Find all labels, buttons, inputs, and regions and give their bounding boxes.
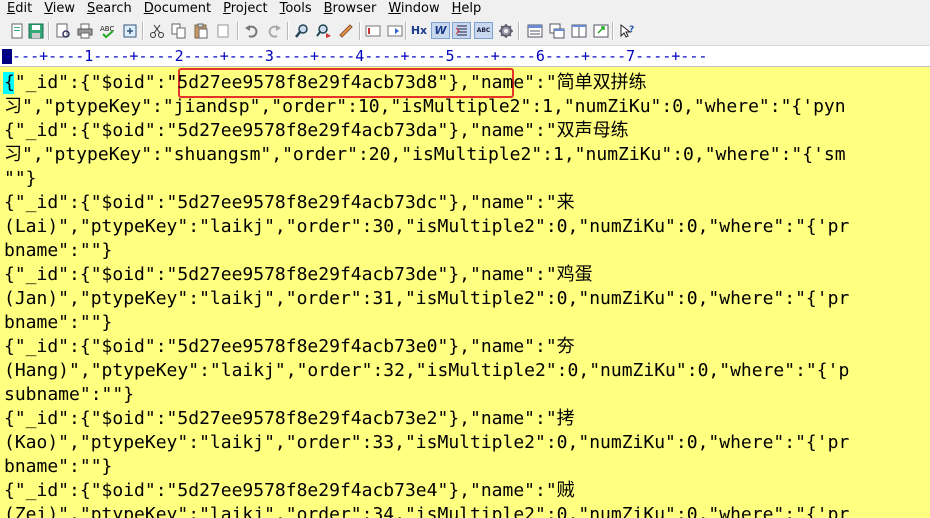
menu-browser[interactable]: Browser [317,0,382,17]
toolbar: ABC Hx W ABC ? [0,17,930,46]
paste-icon[interactable] [192,22,209,39]
text-editor[interactable]: {"_id":{"$oid":"5d27ee9578f8e29f4acb73d8… [0,67,930,518]
editor-line: bname":""} [4,312,113,333]
cascade-windows-icon[interactable] [548,22,565,39]
word-wrap-button[interactable]: W [431,22,450,39]
editor-line: (Zei)","ptypeKey":"laikj","order":34,"is… [4,504,850,518]
editor-line: subname":""} [4,384,135,405]
new-window-icon[interactable] [592,22,609,39]
editor-line: (Hang)","ptypeKey":"laikj","order":32,"i… [4,360,850,381]
editor-line: ""} [4,168,37,189]
toggle-bookmark-icon[interactable] [364,22,381,39]
ruler-scale: ----+----1----+----2----+----3----+----4… [3,47,708,65]
svg-text:?: ? [629,25,634,35]
new-file-icon[interactable] [8,22,25,39]
editor-line: 习","ptypeKey":"shuangsm","order":20,"isM… [4,144,846,165]
copy-icon[interactable] [170,22,187,39]
print-preview-icon[interactable] [54,22,71,39]
print-icon[interactable] [76,22,93,39]
menu-document[interactable]: Document [137,0,216,17]
editor-line: {"_id":{"$oid":"5d27ee9578f8e29f4acb73e2… [4,408,575,429]
window-list-icon[interactable] [526,22,543,39]
replace-icon[interactable] [337,22,354,39]
tile-windows-icon[interactable] [570,22,587,39]
editor-line: {"_id":{"$oid":"5d27ee9578f8e29f4acb73d8… [4,72,647,93]
editor-line: {"_id":{"$oid":"5d27ee9578f8e29f4acb73dc… [4,192,575,213]
menu-view[interactable]: View [37,0,80,17]
editor-line: (Kao)","ptypeKey":"laikj","order":33,"is… [4,432,850,453]
gear-icon[interactable] [497,22,514,39]
column-ruler: ----+----1----+----2----+----3----+----4… [0,46,930,67]
save-icon[interactable] [27,22,44,39]
menu-tools[interactable]: Tools [273,0,317,17]
menu-bar: Edit View Search Document Project Tools … [0,0,930,17]
editor-line: bname":""} [4,456,113,477]
menu-help[interactable]: Help [445,0,487,17]
menu-project[interactable]: Project [216,0,273,17]
menu-window[interactable]: Window [381,0,444,17]
find-next-icon[interactable] [315,22,332,39]
editor-line: (Lai)","ptypeKey":"laikj","order":30,"is… [4,216,850,237]
editor-line: {"_id":{"$oid":"5d27ee9578f8e29f4acb73e0… [4,336,575,357]
editor-line: {"_id":{"$oid":"5d27ee9578f8e29f4acb73e4… [4,480,575,501]
undo-icon[interactable] [243,22,260,39]
redo-icon[interactable] [265,22,282,39]
spell-check-icon[interactable]: ABC [99,22,116,39]
editor-line: (Jan)","ptypeKey":"laikj","order":31,"is… [4,288,850,309]
menu-edit[interactable]: Edit [0,0,37,17]
editor-line: {"_id":{"$oid":"5d27ee9578f8e29f4acb73de… [4,264,593,285]
editor-line: {"_id":{"$oid":"5d27ee9578f8e29f4acb73da… [4,120,629,141]
editor-line: 习","ptypeKey":"jiandsp","order":10,"isMu… [4,96,846,117]
menu-search[interactable]: Search [80,0,137,17]
editor-line: bname":""} [4,240,113,261]
line-numbers-button[interactable] [452,22,471,39]
next-bookmark-icon[interactable] [386,22,403,39]
document-properties-icon[interactable] [121,22,138,39]
spell-check-toggle-button[interactable]: ABC [474,22,493,39]
hex-mode-button[interactable]: Hx [409,22,429,39]
delete-icon[interactable] [214,22,231,39]
cut-icon[interactable] [148,22,165,39]
find-icon[interactable] [293,22,310,39]
context-help-icon[interactable]: ? [618,22,635,39]
